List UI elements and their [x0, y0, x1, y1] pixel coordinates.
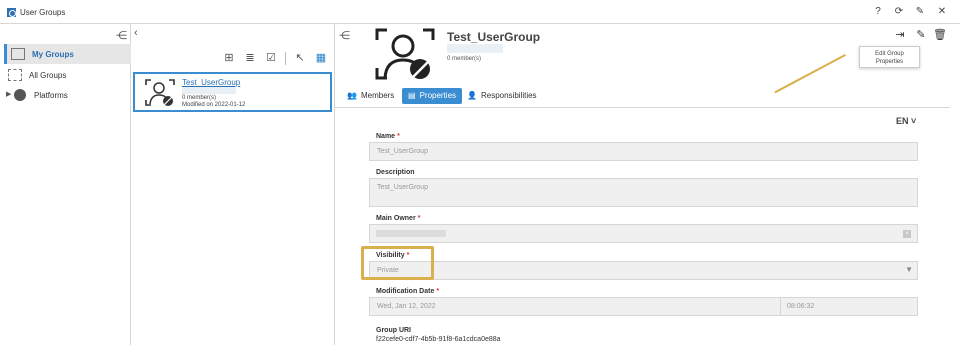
page-title: Test_UserGroup — [447, 30, 541, 44]
moddate-label: Modification Date * — [376, 288, 439, 295]
members-icon: 👥 — [347, 91, 357, 100]
chevron-down-icon: ˅ — [908, 116, 917, 126]
visibility-select[interactable]: Private ▼ — [369, 261, 918, 280]
edit-properties-tooltip: Edit Group Properties — [859, 46, 920, 68]
required-marker: * — [417, 215, 421, 222]
nav-item-platforms[interactable]: Platforms — [4, 85, 131, 105]
all-groups-icon — [8, 69, 22, 81]
redacted-text — [182, 87, 236, 94]
database-icon[interactable]: ≣ — [243, 52, 257, 65]
group-avatar-large-icon — [375, 28, 435, 80]
tooltip-line: Edit Group — [875, 51, 904, 57]
help-icon[interactable]: ? — [872, 6, 884, 18]
collapse-list-icon[interactable]: ‹ — [134, 27, 138, 39]
owner-label-text: Main Owner — [376, 215, 416, 222]
description-field[interactable]: Test_UserGroup — [369, 178, 918, 207]
redacted-text — [376, 230, 446, 237]
name-label: Name * — [376, 133, 400, 140]
collapse-nav-icon[interactable]: ⋲ — [116, 29, 127, 42]
tab-members[interactable]: 👥 Members — [341, 88, 400, 104]
group-card[interactable]: Test_UserGroup 0 member(s) Modified on 2… — [133, 72, 332, 112]
description-label-text: Description — [376, 169, 415, 176]
tab-properties[interactable]: ▤ Properties — [402, 88, 463, 104]
export-icon[interactable]: ⇥ — [893, 28, 907, 41]
detail-tabs: 👥 Members ▤ Properties 👤 Responsibilitie… — [335, 86, 950, 108]
description-field-value: Test_UserGroup — [377, 184, 428, 191]
moddate-label-text: Modification Date — [376, 288, 435, 295]
group-avatar-icon — [145, 79, 175, 106]
clear-icon[interactable]: × — [903, 230, 911, 238]
owner-field[interactable]: × — [369, 224, 918, 243]
group-card-name[interactable]: Test_UserGroup — [182, 78, 240, 87]
group-card-modified: Modified on 2022-01-12 — [182, 102, 246, 108]
edit-pencil-icon[interactable]: ✎ — [914, 28, 928, 41]
uri-label: Group URI — [376, 327, 411, 334]
owner-label: Main Owner * — [376, 215, 420, 222]
uri-label-text: Group URI — [376, 327, 411, 334]
list-toolbar: ⊞ ≣ ☑ ↖ ▦ — [222, 52, 328, 65]
name-field-value: Test_UserGroup — [377, 148, 428, 155]
required-marker: * — [436, 288, 440, 295]
description-label: Description — [376, 169, 415, 176]
tile-view-icon[interactable]: ▦ — [314, 52, 328, 65]
group-card-members: 0 member(s) — [182, 95, 217, 101]
modtime-field[interactable]: 08:06:32 — [780, 298, 918, 315]
tab-label: Properties — [419, 91, 457, 100]
name-field[interactable]: Test_UserGroup — [369, 142, 918, 161]
left-nav: ⋲ My Groups All Groups ▶ Platforms — [0, 24, 131, 345]
globe-icon — [14, 89, 26, 101]
tab-label: Members — [360, 91, 395, 100]
select-mode-icon[interactable]: ↖ — [293, 52, 307, 65]
pin-icon[interactable]: ✎ — [914, 6, 926, 18]
close-icon[interactable]: ✕ — [936, 6, 948, 18]
tab-responsibilities[interactable]: 👤 Responsibilities — [461, 88, 543, 104]
title-bar: User Groups ? ⟳ ✎ ✕ — [0, 0, 960, 24]
nav-item-label: Platforms — [34, 90, 68, 100]
window-title: User Groups — [20, 8, 66, 17]
add-group-icon[interactable]: ⊞ — [222, 52, 236, 65]
nav-item-my-groups[interactable]: My Groups — [4, 44, 131, 64]
nav-item-label: All Groups — [29, 70, 67, 80]
check-groups-icon[interactable]: ☑ — [264, 52, 278, 65]
name-label-text: Name — [376, 133, 396, 140]
toolbar-divider — [285, 52, 286, 65]
required-marker: * — [397, 133, 400, 140]
uri-value: f22cefe0-cdf7-4b5b-91f8-6a1cdca0e88a — [376, 336, 501, 343]
nav-item-all-groups[interactable]: All Groups — [4, 65, 131, 85]
refresh-icon[interactable]: ⟳ — [893, 6, 905, 18]
highlight-box — [361, 246, 434, 280]
dropdown-arrow-icon: ▼ — [905, 265, 913, 274]
tooltip-line: Properties — [875, 59, 904, 65]
moddate-value: Wed, Jan 12, 2022 — [377, 303, 436, 310]
group-detail-pane: ⋲ Test_UserGroup 0 member(s) ⇥ ✎ 🗑 Edit … — [335, 24, 960, 345]
group-list-pane: ‹ ⊞ ≣ ☑ ↖ ▦ Test_UserGroup 0 member(s) M… — [131, 24, 335, 345]
redacted-text — [447, 44, 503, 53]
moddate-field[interactable]: Wed, Jan 12, 2022 08:06:32 — [369, 297, 918, 316]
tab-label: Responsibilities — [480, 91, 537, 100]
language-value: EN — [896, 116, 909, 126]
my-groups-icon — [11, 48, 25, 60]
delete-trash-icon[interactable]: 🗑 — [933, 28, 947, 41]
member-count: 0 member(s) — [447, 56, 482, 62]
properties-icon: ▤ — [408, 91, 416, 100]
language-selector[interactable]: EN ˅ — [896, 116, 916, 126]
nav-item-label: My Groups — [32, 49, 74, 59]
collapse-detail-icon[interactable]: ⋲ — [339, 29, 350, 42]
app-logo-icon — [7, 8, 16, 17]
responsibilities-icon: 👤 — [467, 91, 477, 100]
